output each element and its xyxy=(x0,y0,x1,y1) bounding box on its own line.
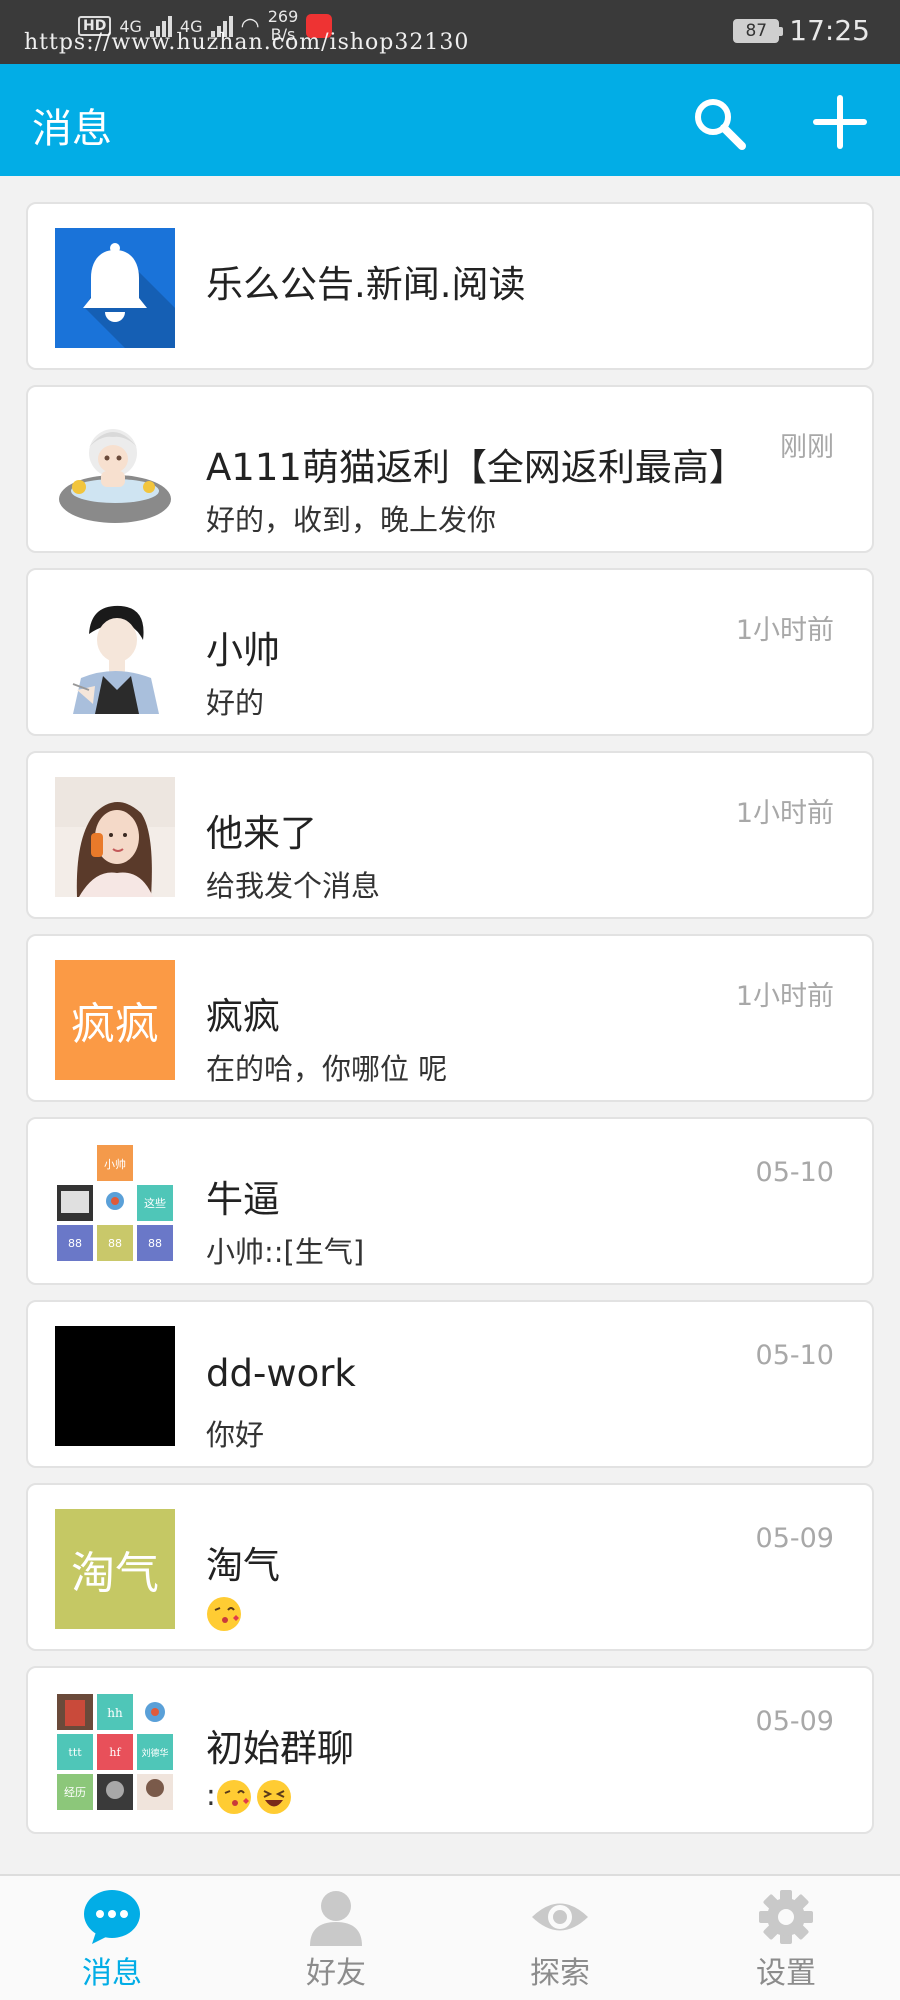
group-tile-1: ttt xyxy=(68,1746,82,1759)
conversation-message: : xyxy=(206,1778,296,1815)
cartoon-avatar xyxy=(55,411,175,531)
conversation-item[interactable]: 疯疯 疯疯 在的哈，你哪位 呢 1小时前 xyxy=(26,934,874,1102)
tab-explore[interactable]: 探索 xyxy=(500,1888,620,1998)
group-tile-0: 小帅 xyxy=(104,1158,126,1171)
tab-label: 消息 xyxy=(82,1956,142,1991)
conversation-message: 在的哈，你哪位 呢 xyxy=(206,1052,448,1086)
conversation-name: 疯疯 xyxy=(206,995,280,1038)
conversation-name: 初始群聊 xyxy=(206,1727,354,1770)
group-tile-4: 88 xyxy=(148,1237,162,1250)
conversation-message: 你好 xyxy=(206,1418,265,1452)
conversation-name: 牛逼 xyxy=(206,1178,280,1221)
gear-icon xyxy=(759,1890,813,1944)
conversation-time: 05-10 xyxy=(755,1157,834,1188)
conversation-message: 好的 xyxy=(206,686,265,720)
watermark-url: https://www.huzhan.com/ishop32130 xyxy=(24,30,470,55)
conversation-message: 给我发个消息 xyxy=(206,869,381,903)
conversation-message: 好的，收到，晚上发你 xyxy=(206,503,497,537)
group-tile-0: hh xyxy=(107,1706,123,1720)
tab-label: 好友 xyxy=(306,1956,366,1991)
conversation-time: 1小时前 xyxy=(735,981,834,1012)
app-bar: 消息 xyxy=(0,64,900,176)
chat-bubble-icon xyxy=(84,1890,140,1944)
conversation-list: 乐么公告.新闻.阅读 A111萌猫返利【全网返利最高】 好的，收到，晚上发你 刚… xyxy=(26,202,874,1849)
conversation-item[interactable]: 他来了 给我发个消息 1小时前 xyxy=(26,751,874,919)
conversation-name: dd-work xyxy=(206,1352,356,1395)
search-icon[interactable] xyxy=(690,94,748,152)
battery-icon: 87 xyxy=(733,18,784,43)
conversation-name: 淘气 xyxy=(206,1544,280,1587)
group-avatar: hh ttt hf 刘德华 经历 xyxy=(55,1692,175,1812)
photo-avatar xyxy=(55,777,175,897)
status-right: 87 17:25 xyxy=(733,14,870,47)
conversation-time: 05-09 xyxy=(755,1706,834,1737)
conversation-item[interactable]: 小帅 好的 1小时前 xyxy=(26,568,874,736)
message-prefix: : xyxy=(206,1778,216,1812)
text-avatar: 淘气 xyxy=(55,1509,175,1629)
eye-icon xyxy=(532,1903,588,1931)
group-tile-4: 经历 xyxy=(64,1786,86,1799)
laugh-emoji xyxy=(256,1780,291,1814)
conversation-name: 小帅 xyxy=(206,629,280,672)
conversation-name: A111萌猫返利【全网返利最高】 xyxy=(206,446,746,489)
battery-level: 87 xyxy=(745,20,768,41)
text-avatar: 疯疯 xyxy=(55,960,175,1080)
conversation-time: 1小时前 xyxy=(735,615,834,646)
conversation-time: 05-09 xyxy=(755,1523,834,1554)
conversation-item[interactable]: A111萌猫返利【全网返利最高】 好的，收到，晚上发你 刚刚 xyxy=(26,385,874,553)
plus-icon[interactable] xyxy=(812,94,868,150)
conversation-item[interactable]: dd-work 你好 05-10 xyxy=(26,1300,874,1468)
conversation-name: 他来了 xyxy=(206,812,317,855)
group-tile-3: 刘德华 xyxy=(141,1747,168,1759)
conversation-time: 1小时前 xyxy=(735,798,834,829)
conversation-message xyxy=(206,1595,246,1632)
kiss-emoji xyxy=(207,1597,241,1631)
conversation-item[interactable]: 小帅 这些 88 88 88 牛逼 小帅::[生气] 05-10 xyxy=(26,1117,874,1285)
page-title: 消息 xyxy=(32,106,112,152)
group-tile-3: 88 xyxy=(108,1237,122,1250)
status-bar: HD 4G 4G ◠ 269 B/s https://www.huzhan.co… xyxy=(0,0,900,64)
conversation-time: 刚刚 xyxy=(780,432,834,463)
conversation-item[interactable]: hh ttt hf 刘德华 经历 初始群聊 : 05-09 xyxy=(26,1666,874,1834)
bottom-nav: 消息 好友 探索 设置 xyxy=(0,1874,900,2000)
avatar xyxy=(55,1326,175,1446)
tab-messages[interactable]: 消息 xyxy=(52,1888,172,1998)
cartoon-man-avatar xyxy=(55,594,175,714)
tab-friends[interactable]: 好友 xyxy=(276,1888,396,1998)
tab-label: 设置 xyxy=(756,1956,816,1991)
tab-label: 探索 xyxy=(530,1956,590,1991)
group-tile-2: hf xyxy=(109,1746,121,1759)
group-avatar: 小帅 这些 88 88 88 xyxy=(55,1143,175,1263)
conversation-item[interactable]: 乐么公告.新闻.阅读 xyxy=(26,202,874,370)
conversation-message: 小帅::[生气] xyxy=(206,1235,365,1269)
group-tile-1: 这些 xyxy=(144,1196,166,1210)
clock: 17:25 xyxy=(789,14,870,47)
conversation-name: 乐么公告.新闻.阅读 xyxy=(206,263,526,306)
conversation-time: 05-10 xyxy=(755,1340,834,1371)
kiss-emoji xyxy=(216,1780,251,1814)
conversation-item[interactable]: 淘气 淘气 05-09 xyxy=(26,1483,874,1651)
tab-settings[interactable]: 设置 xyxy=(726,1888,846,1998)
bell-icon xyxy=(55,228,175,348)
speed-value: 269 xyxy=(267,7,299,26)
group-tile-2: 88 xyxy=(68,1237,82,1250)
person-icon xyxy=(310,1891,362,1946)
